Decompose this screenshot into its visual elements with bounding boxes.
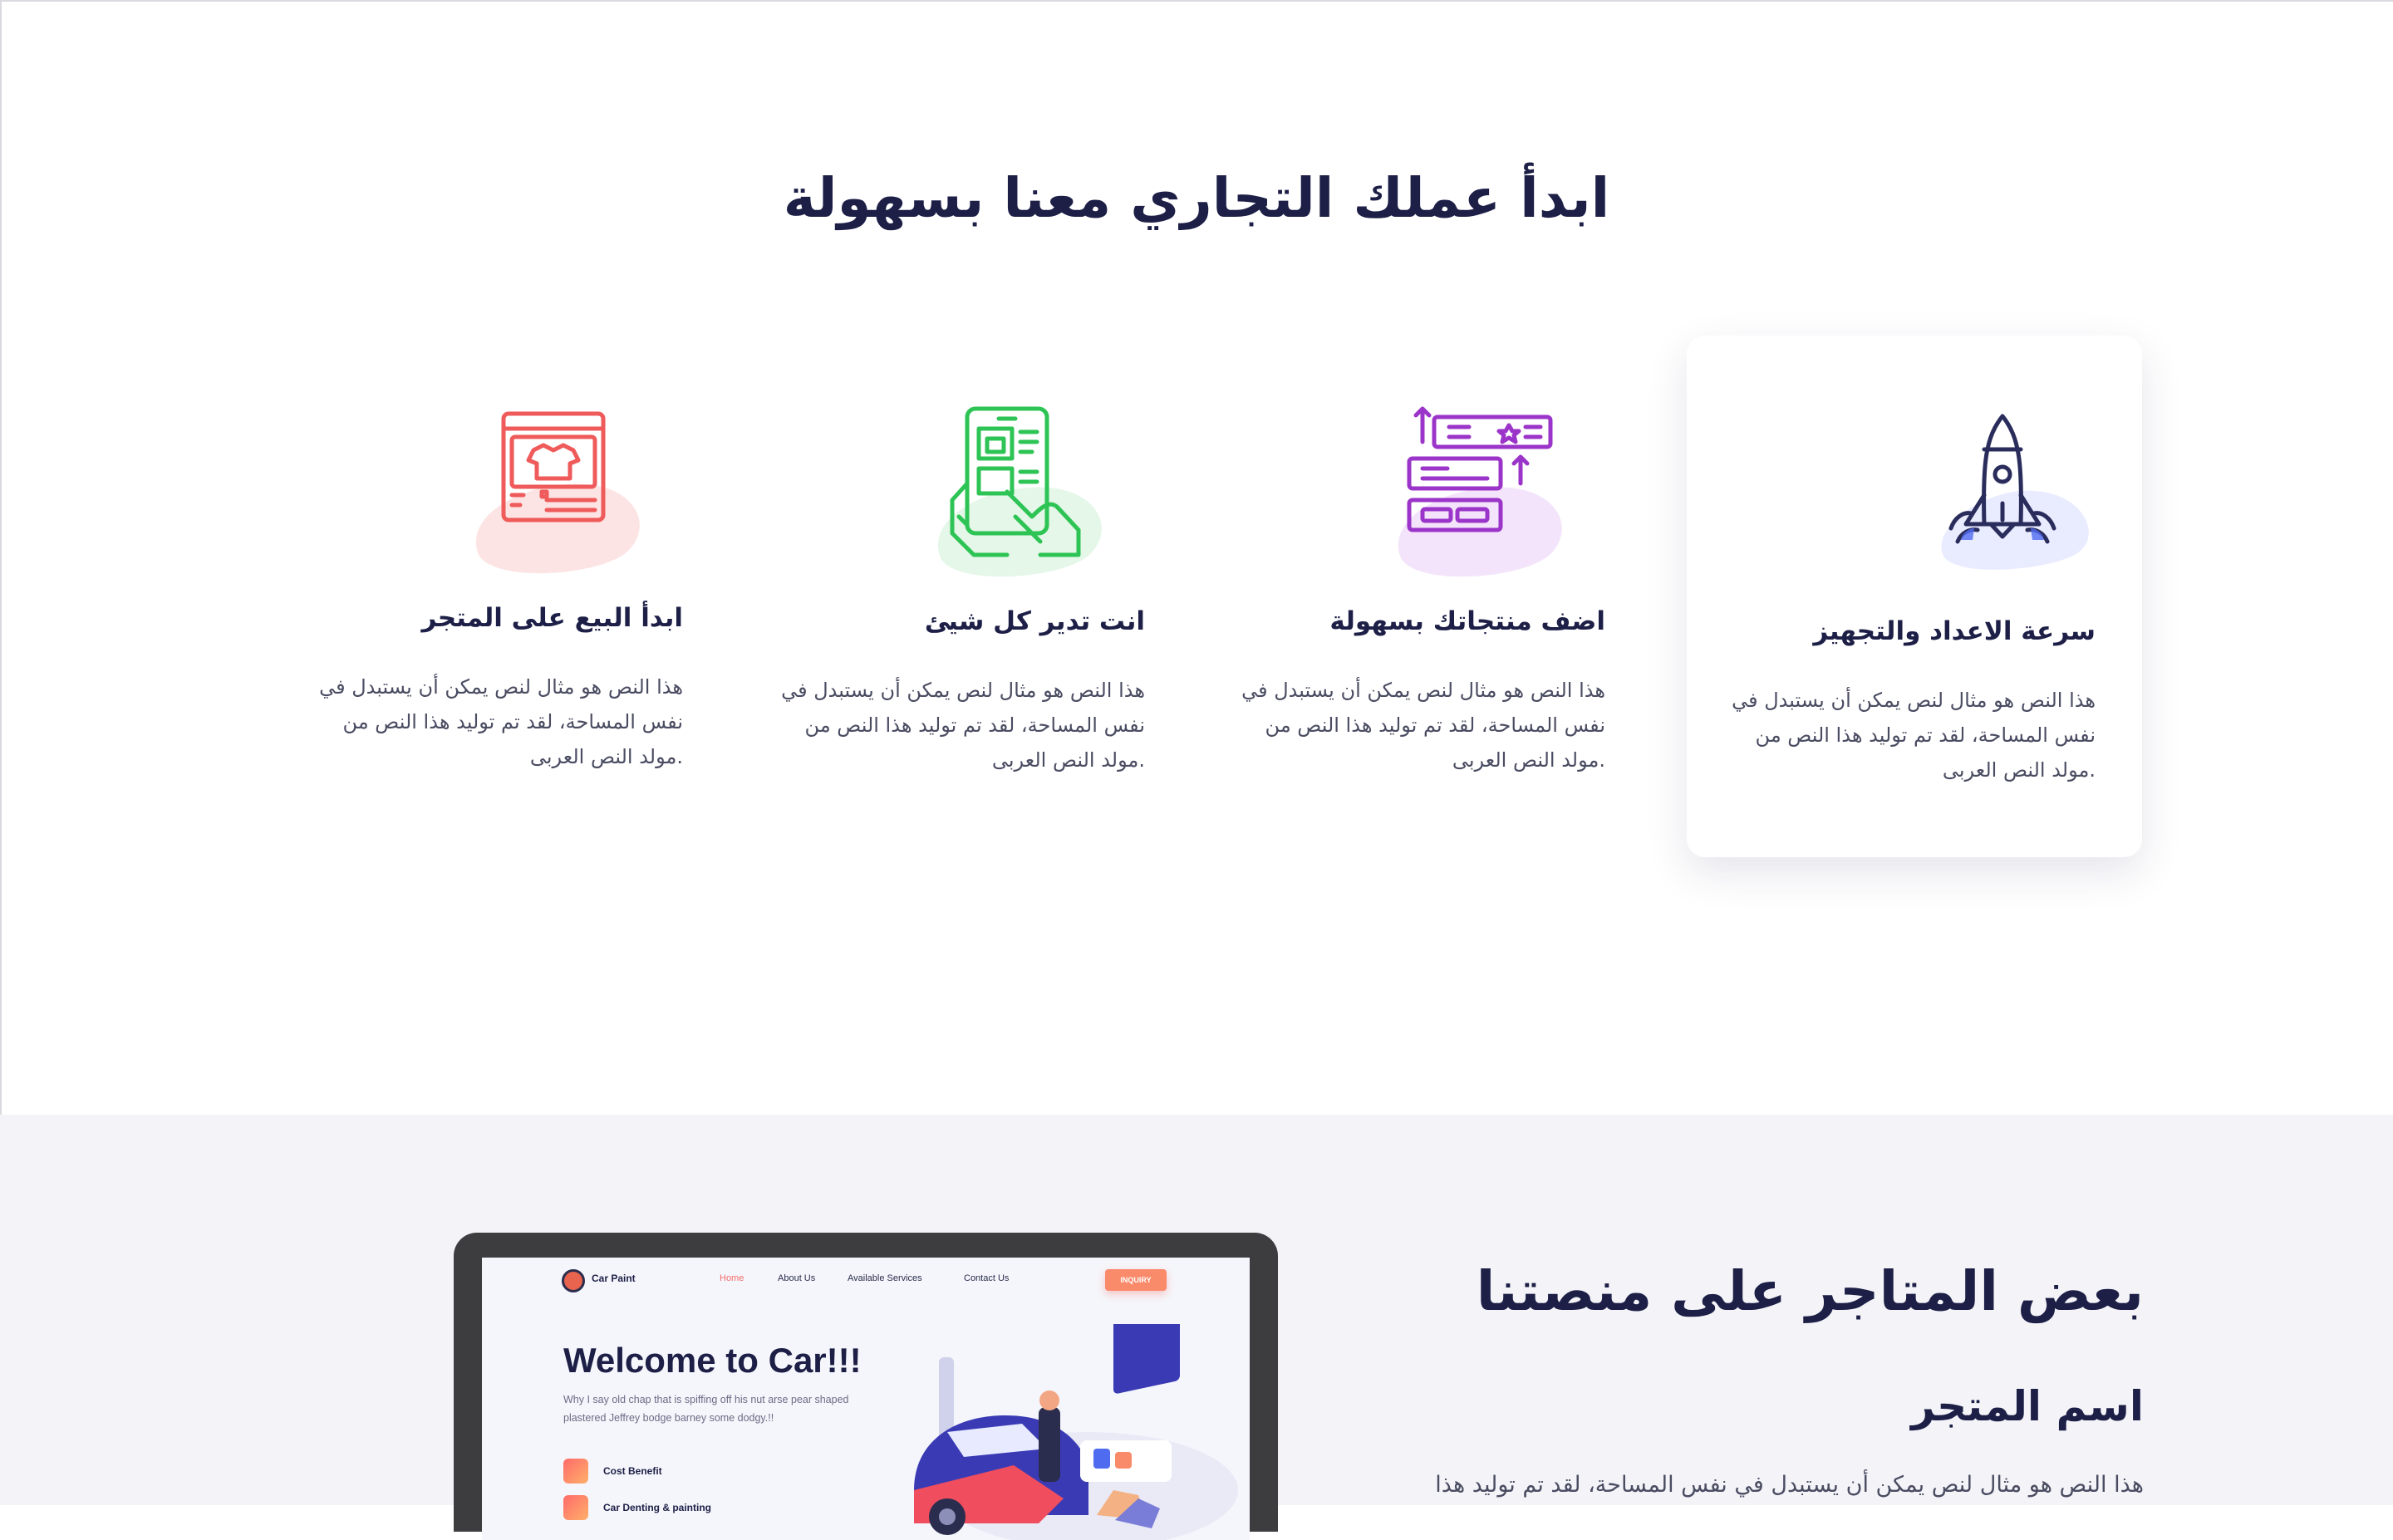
preview-hero-subtitle: Why I say old chap that is spiffing off … (563, 1394, 849, 1424)
preview-brand[interactable]: Car Paint (592, 1273, 636, 1284)
preview-feature-item: Car Denting & painting (563, 1495, 813, 1523)
feature-title: انت تدير كل شيئ (924, 606, 1145, 636)
stores-title: بعض المتاجر على منصتنا (1476, 1259, 2144, 1323)
preview-feature-label: Cost Benefit (603, 1465, 662, 1477)
store-preview-screen[interactable]: Car Paint Home About Us Available Servic… (482, 1258, 1250, 1540)
feature-card-products[interactable]: اضف منتجاتك بسهولة هذا النص هو مثال لنص … (1196, 336, 1652, 857)
feature-desc-line: .مولد النص العربى (1942, 758, 2096, 782)
feature-desc-line: .مولد النص العربى (529, 745, 683, 768)
feature-title: سرعة الاعداد والتجهيز (1813, 616, 2096, 646)
feature-desc-line: .مولد النص العربى (1452, 748, 1605, 772)
feature-desc-line: هذا النص هو مثال لنص يمكن أن يستبدل في (781, 679, 1145, 702)
feature-title: اضف منتجاتك بسهولة (1329, 606, 1605, 636)
preview-feature-icon (563, 1459, 588, 1484)
car-painting-illustration (897, 1306, 1250, 1540)
feature-desc-line: هذا النص هو مثال لنص يمكن أن يستبدل في (1241, 679, 1605, 702)
feature-title: ابدأ البيع على المتجر (421, 603, 683, 633)
feature-desc: هذا النص هو مثال لنص يمكن أن يستبدل في ن… (1240, 673, 1605, 777)
feature-desc-line: هذا النص هو مثال لنص يمكن أن يستبدل في (1732, 689, 2096, 712)
feature-desc-line: .مولد النص العربى (991, 748, 1145, 772)
preview-nav-home[interactable]: Home (720, 1273, 744, 1283)
feature-desc: هذا النص هو مثال لنص يمكن أن يستبدل في ن… (1730, 683, 2096, 787)
feature-desc-line: هذا النص هو مثال لنص يمكن أن يستبدل في (319, 675, 683, 699)
preview-feature-label: Car Denting & painting (603, 1502, 711, 1513)
feature-card-setup[interactable]: سرعة الاعداد والتجهيز هذا النص هو مثال ل… (1687, 336, 2142, 857)
preview-navbar: Car Paint Home About Us Available Servic… (482, 1258, 1250, 1307)
preview-feature-item: Cost Benefit (563, 1459, 813, 1487)
rocket-icon (1911, 387, 2110, 586)
preview-nav-services[interactable]: Available Services (848, 1273, 922, 1283)
feature-desc-line: نفس المساحة، لقد تم توليد هذا النص من (1265, 714, 1605, 737)
preview-nav-contact[interactable]: Contact Us (964, 1273, 1009, 1283)
laptop-mockup: Car Paint Home About Us Available Servic… (454, 1233, 1278, 1540)
preview-nav-about[interactable]: About Us (778, 1273, 815, 1283)
store-name: اسم المتجر (1911, 1382, 2144, 1430)
page-top-border (0, 0, 2393, 2)
feature-desc-line: نفس المساحة، لقد تم توليد هذا النص من (342, 710, 683, 733)
product-list-icon (1376, 392, 1575, 591)
store-description: هذا النص هو مثال لنص يمكن أن يستبدل في ن… (1435, 1472, 2144, 1498)
online-store-icon (454, 389, 653, 588)
tablet-hand-icon (916, 392, 1115, 591)
preview-feature-icon (563, 1495, 588, 1520)
preview-hero-title: Welcome to Car!!! (563, 1341, 862, 1380)
preview-inquiry-button[interactable]: INQUIRY (1105, 1269, 1167, 1291)
feature-desc: هذا النص هو مثال لنص يمكن أن يستبدل في ن… (779, 673, 1145, 777)
preview-logo-icon[interactable] (562, 1269, 585, 1292)
feature-desc: هذا النص هو مثال لنص يمكن أن يستبدل في ن… (317, 669, 683, 774)
feature-card-manage[interactable]: انت تدير كل شيئ هذا النص هو مثال لنص يمك… (736, 336, 1192, 857)
feature-card-sell[interactable]: ابدأ البيع على المتجر هذا النص هو مثال ل… (274, 336, 730, 857)
feature-desc-line: نفس المساحة، لقد تم توليد هذا النص من (804, 714, 1145, 737)
features-title: ابدأ عملك التجاري معنا بسهولة (783, 166, 1610, 230)
feature-desc-line: نفس المساحة، لقد تم توليد هذا النص من (1755, 723, 2096, 747)
